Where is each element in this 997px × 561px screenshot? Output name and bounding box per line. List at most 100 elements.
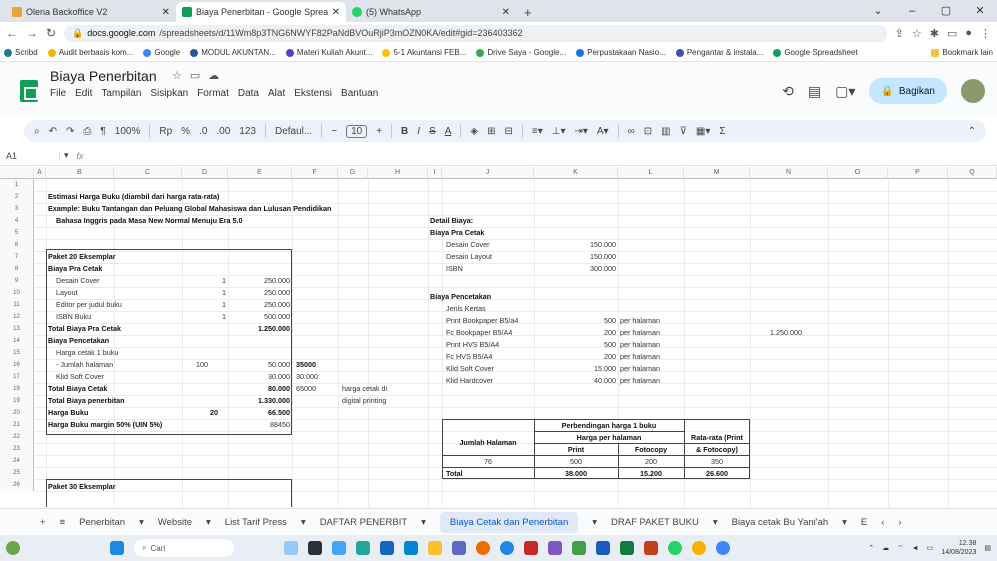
minimize-button[interactable]: – [895, 0, 929, 22]
tab-search-icon[interactable]: ⌄ [861, 0, 895, 22]
column-header[interactable]: M [684, 167, 750, 179]
currency-format-button[interactable]: Rp [159, 126, 172, 137]
menu-insert[interactable]: Sisipkan [150, 88, 188, 99]
cloud-status-icon[interactable]: ☁ [208, 69, 219, 82]
search-menus-icon[interactable]: ⌕ [34, 126, 40, 137]
bookmark-item[interactable]: Drive Saya - Google... [476, 48, 566, 57]
row-header[interactable]: 22 [0, 431, 34, 443]
excel-icon[interactable] [620, 541, 634, 555]
cell-example-line2[interactable]: Bahasa Inggris pada Masa New Normal Menu… [56, 215, 243, 227]
comparison-fotocopy[interactable]: Fotocopy [618, 444, 684, 456]
cell-print-item[interactable]: Print HVS B5/A4 [446, 339, 499, 351]
close-window-button[interactable]: ✕ [963, 0, 997, 22]
name-box[interactable]: A1 [0, 150, 60, 161]
menu-data[interactable]: Data [238, 88, 259, 99]
cell-item-qty[interactable]: 1 [182, 299, 226, 311]
vertical-align-icon[interactable]: ⊥▾ [552, 126, 566, 137]
cell-print-item[interactable]: Fc Bookpaper B5/A4 [446, 327, 512, 339]
cell-title[interactable]: Estimasi Harga Buku (diambil dari harga … [48, 191, 219, 203]
cell-print-unit[interactable]: per halaman [620, 351, 660, 363]
sheet-tab[interactable]: List Tarif Press [225, 517, 287, 528]
row-header[interactable]: 7 [0, 251, 34, 263]
column-header[interactable]: G [338, 167, 368, 179]
cell-detail-item[interactable]: Desain Cover [446, 239, 490, 251]
cell-print-unit[interactable]: per halaman [620, 375, 660, 387]
cell-item-value[interactable]: 250.000 [228, 287, 290, 299]
cell-detail-pra[interactable]: Biaya Pra Cetak [430, 227, 484, 239]
cell-print-unit[interactable]: per halaman [620, 327, 660, 339]
column-header[interactable]: E [228, 167, 292, 179]
comparison-total-print[interactable]: 38.000 [534, 468, 618, 480]
cell-item-value[interactable]: 500.000 [228, 311, 290, 323]
history-icon[interactable]: ⟲ [782, 83, 794, 100]
row-header[interactable]: 14 [0, 335, 34, 347]
column-header[interactable]: Q [948, 167, 997, 179]
app-icon[interactable] [572, 541, 586, 555]
row-header[interactable]: 19 [0, 395, 34, 407]
reload-icon[interactable]: ↻ [46, 26, 56, 40]
cell-n13[interactable]: 1.250.000 [770, 327, 802, 339]
cell-margin-value[interactable]: 88450 [228, 419, 290, 431]
taskbar-search[interactable]: ⌕ Cari [134, 539, 234, 557]
cell-print-unit[interactable]: per halaman [620, 339, 660, 351]
cell-paket-20[interactable]: Paket 20 Eksemplar [48, 251, 116, 263]
notifications-icon[interactable]: ▤ [984, 544, 991, 552]
cell-paket-30[interactable]: Paket 30 Eksemplar [48, 481, 116, 493]
close-tab-icon[interactable]: ✕ [332, 7, 340, 18]
share-page-icon[interactable]: ⇪ [895, 27, 904, 40]
row-header[interactable]: 17 [0, 371, 34, 383]
redo-icon[interactable]: ↷ [66, 126, 74, 137]
cell-detail-value[interactable]: 300.000 [534, 263, 616, 275]
font-size-decrease[interactable]: − [331, 126, 337, 137]
cell-f17[interactable]: 30.000 [296, 371, 318, 383]
cell-klid-value[interactable]: 30.000 [228, 371, 290, 383]
cell-pencetakan[interactable]: Biaya Pencetakan [48, 335, 109, 347]
cell-item-qty[interactable]: 1 [182, 311, 226, 323]
column-header[interactable]: B [46, 167, 114, 179]
battery-icon[interactable]: ▭ [927, 544, 934, 552]
filter-views-icon[interactable]: ▦▾ [696, 126, 710, 137]
print-icon[interactable]: ⎙ [83, 126, 91, 137]
sheet-tab[interactable]: Website [158, 517, 192, 528]
sheet-tab-menu-icon[interactable]: ▾ [301, 517, 306, 528]
borders-icon[interactable]: ⊞ [487, 126, 495, 137]
more-formats-button[interactable]: 123 [239, 126, 256, 137]
bookmark-item[interactable]: Google Spreadsheet [773, 48, 858, 57]
cell-jumlah-halaman-qty[interactable]: 100 [182, 359, 208, 371]
cell-item-value[interactable]: 250.000 [228, 299, 290, 311]
acrobat-icon[interactable] [524, 541, 538, 555]
comparison-print-value[interactable]: 500 [534, 456, 618, 468]
row-header[interactable]: 25 [0, 467, 34, 479]
scroll-left-icon[interactable]: ‹ [881, 517, 884, 528]
comments-icon[interactable]: ▤ [808, 83, 821, 100]
cell-item-label[interactable]: Desain Cover [56, 275, 100, 287]
cell-item-qty[interactable]: 1 [182, 287, 226, 299]
column-header[interactable]: O [828, 167, 888, 179]
cell-detail-value[interactable]: 150.000 [534, 239, 616, 251]
all-sheets-icon[interactable]: ≡ [60, 517, 66, 528]
font-select[interactable]: Defaul... [275, 126, 312, 137]
row-header[interactable]: 15 [0, 347, 34, 359]
column-header[interactable]: D [182, 167, 228, 179]
column-header[interactable]: L [618, 167, 684, 179]
undo-icon[interactable]: ↶ [49, 126, 57, 137]
name-box-dropdown-icon[interactable]: ▾ [60, 150, 69, 161]
increase-decimal-button[interactable]: .00 [216, 126, 230, 137]
font-size-increase[interactable]: + [376, 126, 382, 137]
doc-title[interactable]: Biaya Penerbitan [50, 68, 157, 84]
sheet-tab[interactable]: E [861, 517, 867, 528]
app-icon[interactable] [452, 541, 466, 555]
comparison-rata-rata[interactable]: Rata-rata (Print [684, 432, 750, 444]
text-color-icon[interactable]: A [445, 126, 452, 137]
row-header[interactable]: 21 [0, 419, 34, 431]
cell-detail-biaya[interactable]: Detail Biaya: [430, 215, 473, 227]
comparison-total-avg[interactable]: 26.600 [684, 468, 750, 480]
strikethrough-icon[interactable]: S [429, 126, 436, 137]
sheet-tab-menu-icon[interactable]: ▾ [592, 517, 597, 528]
cell-harga-cetak[interactable]: Harga cetak 1 buku [56, 347, 118, 359]
cell-detail-value[interactable]: 150.000 [534, 251, 616, 263]
horizontal-align-icon[interactable]: ≡▾ [532, 126, 543, 137]
row-header[interactable]: 4 [0, 215, 34, 227]
meet-icon[interactable]: ▢▾ [835, 83, 855, 100]
cell-note-2[interactable]: digital printing [342, 395, 386, 407]
